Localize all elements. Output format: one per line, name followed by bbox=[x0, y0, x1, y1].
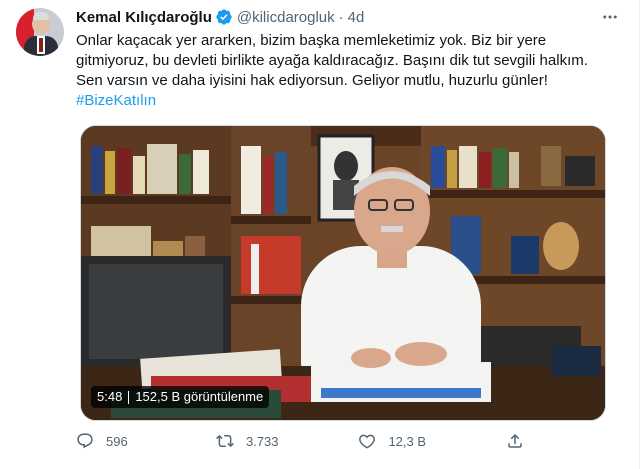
overlay-divider bbox=[128, 390, 130, 404]
tweet-text: Onlar kaçacak yer ararken, bizim başka m… bbox=[76, 31, 611, 111]
header-separator: · bbox=[338, 8, 344, 26]
timestamp[interactable]: 4d bbox=[348, 9, 365, 26]
display-name[interactable]: Kemal Kılıçdaroğlu bbox=[76, 9, 212, 26]
reply-count: 596 bbox=[106, 433, 128, 449]
like-button[interactable]: 12,3 B bbox=[358, 432, 426, 450]
video-thumbnail bbox=[81, 126, 605, 420]
avatar[interactable] bbox=[16, 8, 64, 56]
reply-icon bbox=[77, 433, 93, 449]
tweet-actions: 596 3.733 12,3 B bbox=[76, 432, 536, 450]
video-info-overlay: 5:48 152,5 B görüntülenme bbox=[91, 386, 270, 408]
verified-badge-icon bbox=[215, 8, 233, 26]
hashtag-link[interactable]: #BizeKatılın bbox=[76, 92, 156, 109]
share-icon bbox=[508, 433, 522, 448]
avatar-hair bbox=[33, 12, 49, 20]
video-player[interactable]: 5:48 152,5 B görüntülenme bbox=[80, 125, 606, 421]
video-duration: 5:48 bbox=[97, 389, 123, 404]
avatar-tie bbox=[39, 38, 43, 52]
tweet-content: Kemal Kılıçdaroğlu @kilicdarogluk · 4d O… bbox=[76, 8, 627, 111]
tweet-header: Kemal Kılıçdaroğlu @kilicdarogluk · 4d bbox=[76, 8, 627, 26]
video-views: 152,5 B görüntülenme bbox=[135, 389, 264, 404]
like-count: 12,3 B bbox=[388, 433, 427, 449]
tweet-body: Onlar kaçacak yer ararken, bizim başka m… bbox=[76, 32, 588, 89]
more-icon[interactable] bbox=[599, 6, 621, 28]
retweet-count: 3.733 bbox=[245, 433, 279, 449]
like-icon bbox=[359, 434, 376, 449]
retweet-icon bbox=[216, 434, 234, 448]
tweet-card[interactable]: Kemal Kılıçdaroğlu @kilicdarogluk · 4d O… bbox=[0, 0, 640, 469]
retweet-button[interactable]: 3.733 bbox=[216, 432, 279, 450]
share-button[interactable] bbox=[506, 432, 536, 450]
reply-button[interactable]: 596 bbox=[76, 432, 136, 450]
handle[interactable]: @kilicdarogluk bbox=[237, 9, 335, 26]
